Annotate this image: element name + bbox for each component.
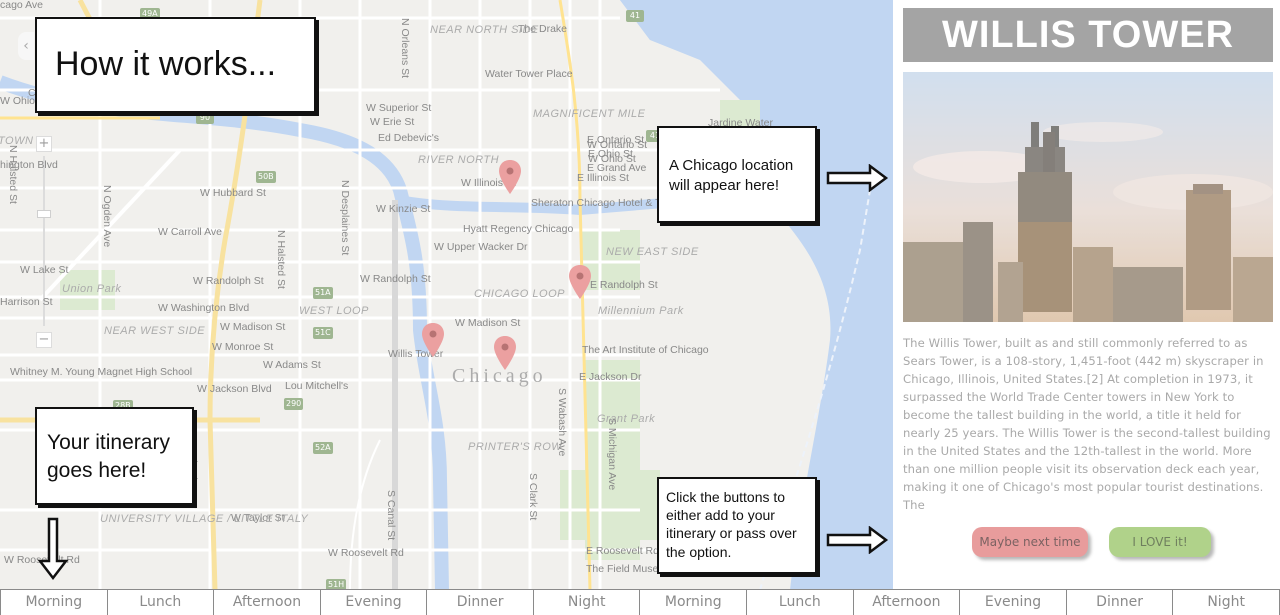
time-slot[interactable]: Afternoon [854,590,961,615]
time-slot[interactable]: Lunch [108,590,215,615]
maybe-next-time-button[interactable]: Maybe next time [972,527,1088,557]
zoom-handle[interactable] [37,210,51,218]
map-label: W Lake St [20,264,69,276]
map-label: W Kinzie St [376,203,431,215]
highway-shield-icon: 90 [196,112,214,124]
map-label: NEW EAST SIDE [606,246,699,258]
zoom-out-button[interactable]: − [36,332,52,348]
location-callout: A Chicago location will appear here! [657,126,817,223]
map-label: Harrison St [0,296,53,308]
app-stage: ‹ + − Chicago AveW Superior StW Erie StW… [0,0,1280,615]
right-arrow-icon [826,164,889,192]
time-slot[interactable]: Morning [640,590,748,615]
time-slot[interactable]: Night [1173,590,1280,615]
map-label: Union Park [62,283,122,295]
map-label: E Ontario St [587,134,645,146]
map-label: Millennium Park [598,305,684,317]
map-label: N Halsted St [7,145,19,204]
map-label: RIVER NORTH [418,154,500,166]
map-label: MAGNIFICENT MILE [533,108,646,120]
place-title: WILLIS TOWER [903,8,1273,62]
time-slot[interactable]: Night [534,590,641,615]
map-label: W Superior St [366,102,432,114]
map-label: E Randolph St [590,279,658,291]
time-slot[interactable]: Evening [321,590,428,615]
map-label: N Desplaines St [339,180,351,256]
right-arrow-icon [826,526,889,554]
location-panel: WILLIS TOWER The Willis Tower, built as … [893,0,1280,590]
highway-shield-icon: 52A [313,442,333,454]
map-label: W Upper Wacker Dr [434,241,528,253]
map-pin-icon[interactable] [569,265,591,299]
map-label: NEAR WEST SIDE [104,325,206,337]
map-label: Ed Debevic's [378,132,439,144]
map-label: WEST LOOP [299,305,369,317]
map-label: PRINTER'S ROW [468,441,563,453]
place-photo [903,72,1273,322]
map-label: Water Tower Place [485,68,573,80]
map-label: hington Blvd [0,159,58,171]
back-arrow-icon[interactable]: ‹ [18,32,34,60]
map-label: Hyatt Regency Chicago [463,223,574,235]
highway-shield-icon: 50B [256,171,276,183]
time-slot[interactable]: Evening [960,590,1067,615]
i-love-it-button[interactable]: I LOVE it! [1109,527,1211,557]
itinerary-slots: Morning Lunch Afternoon Evening Dinner Night M… [0,589,1280,615]
map-label: W Washington Blvd [158,302,250,314]
map-label: S Clark St [527,473,539,521]
map-pin-icon[interactable] [422,323,444,357]
map-label: S Wabash Ave [556,388,568,457]
down-arrow-icon [37,517,69,581]
map-label: W Adams St [263,359,321,371]
map-label: W Randolph St [360,273,431,285]
how-it-works-callout: How it works... [35,17,316,113]
time-slot[interactable]: Dinner [427,590,534,615]
map-label: N Ogden Ave [101,185,113,248]
time-slot[interactable]: Lunch [747,590,854,615]
buttons-callout: Click the buttons to either add to your … [657,477,817,574]
map-label: W Carroll Ave [158,226,222,238]
map-label: W Madison St [220,321,286,333]
map-label: E Roosevelt Rd [586,545,659,557]
map-label: N Halsted St [275,230,287,289]
map-label: W Randolph St [193,275,264,287]
map-label: E Illinois St [577,172,629,184]
map-label: W Roosevelt Rd [328,547,404,559]
map-label: W Monroe St [212,341,274,353]
highway-shield-icon: 51A [313,287,333,299]
place-description: The Willis Tower, built as and still com… [903,336,1271,512]
itinerary-callout: Your itinerary goes here! [35,407,194,505]
map-label: S Canal St [385,490,397,541]
highway-shield-icon: 51C [313,327,333,339]
zoom-in-button[interactable]: + [36,136,52,152]
map-label: cago Ave [0,0,44,11]
time-slot[interactable]: Dinner [1067,590,1174,615]
map-label: E Ohio St [588,148,633,160]
map-label: S Michigan Ave [606,418,618,491]
map-label: N Orleans St [399,18,411,79]
time-slot[interactable]: Afternoon [214,590,321,615]
map-label: Whitney M. Young Magnet High School [10,366,193,378]
highway-shield-icon: 290 [284,398,304,410]
map-pin-icon[interactable] [499,160,521,194]
map-label: W Erie St [370,116,415,128]
map-label: UNIVERSITY VILLAGE / LITTLE ITALY [100,513,309,525]
map-label: The Art Institute of Chicago [582,344,709,356]
map-label: W Madison St [455,317,521,329]
map-label: NEAR NORTH SIDE [430,24,539,36]
map-label: Lou Mitchell's [285,380,349,392]
map-label: W Hubbard St [200,187,266,199]
map-label: W Jackson Blvd [197,383,272,395]
map-pin-icon[interactable] [494,336,516,370]
highway-shield-icon: 41 [626,10,644,22]
map-label: E Jackson Dr [579,371,642,383]
map-label: CHICAGO LOOP [474,288,565,300]
time-slot[interactable]: Morning [0,590,108,615]
